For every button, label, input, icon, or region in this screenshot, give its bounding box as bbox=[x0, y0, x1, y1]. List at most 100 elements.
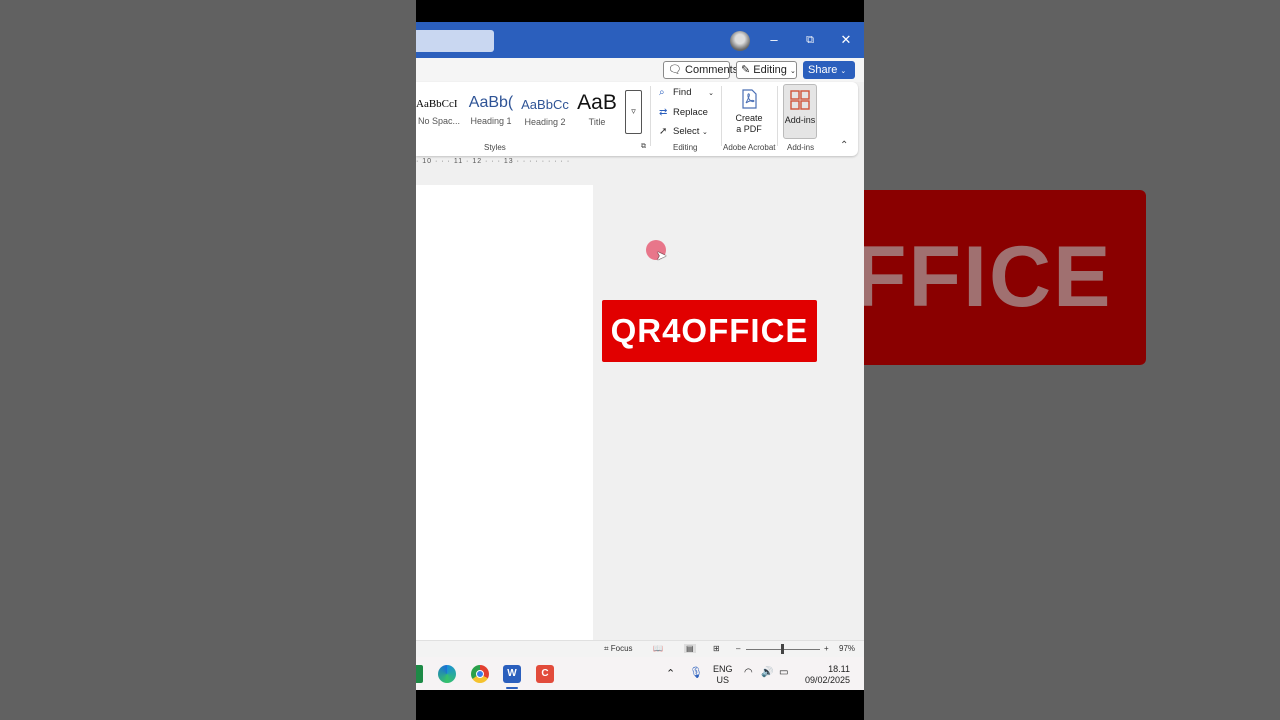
style-name: Title bbox=[588, 117, 606, 127]
styles-group-label: Styles bbox=[484, 143, 506, 152]
blurred-logo-text: FFICE bbox=[864, 229, 1113, 325]
active-app-indicator bbox=[506, 687, 518, 689]
read-mode-icon[interactable]: 📖 bbox=[653, 644, 663, 653]
style-name: Heading 1 bbox=[470, 116, 512, 126]
title-bar: – ⧉ ✕ bbox=[416, 22, 864, 58]
style-sample: AaBbCc bbox=[521, 97, 569, 112]
add-ins-label: Add-ins bbox=[784, 115, 816, 125]
replace-icon: ⇄ bbox=[659, 107, 668, 118]
clock[interactable]: 18.11 09/02/2025 bbox=[804, 664, 850, 686]
editing-group-label: Editing bbox=[673, 143, 698, 152]
create-pdf-label-line2: a PDF bbox=[736, 124, 762, 134]
qr4office-logo: QR4OFFICE bbox=[602, 300, 817, 362]
region-code: US bbox=[716, 675, 730, 685]
word-window: – ⧉ ✕ 🗨 Comments ✎ Editing ⌄ Share ⌄ AaB… bbox=[416, 22, 864, 690]
bottom-black-bar bbox=[416, 690, 864, 720]
styles-gallery-more-button[interactable]: ▿ bbox=[625, 90, 642, 134]
chevron-down-icon: ⌄ bbox=[789, 68, 796, 75]
add-ins-grid-icon bbox=[790, 90, 810, 110]
collapse-ribbon-chevron-up-icon[interactable]: ⌃ bbox=[840, 140, 848, 151]
group-divider bbox=[650, 86, 651, 146]
chrome-center-icon bbox=[476, 670, 484, 678]
group-divider bbox=[777, 86, 778, 146]
editing-mode-button[interactable]: ✎ Editing ⌄ bbox=[736, 61, 797, 79]
add-ins-group-label: Add-ins bbox=[787, 143, 815, 152]
cursor-arrow-icon: ➚ bbox=[659, 126, 668, 137]
battery-icon[interactable]: ▭ bbox=[779, 667, 788, 678]
create-pdf-label-line1: Create bbox=[735, 113, 763, 123]
style-heading-1[interactable]: AaBb( Heading 1 bbox=[467, 86, 515, 134]
chevron-down-icon: ▿ bbox=[631, 106, 636, 116]
zoom-in-button[interactable]: + bbox=[824, 644, 829, 653]
find-button[interactable]: ⌕ Find ⌄ bbox=[659, 87, 714, 98]
chrome-taskbar-icon[interactable] bbox=[471, 665, 489, 683]
style-no-spacing[interactable]: AaBbCcI No Spac... bbox=[416, 86, 462, 134]
comments-button[interactable]: 🗨 Comments bbox=[663, 61, 738, 79]
style-title[interactable]: AaB Title bbox=[573, 86, 621, 134]
show-hidden-icons-chevron-up-icon[interactable]: ⌃ bbox=[666, 667, 675, 680]
clock-date: 09/02/2025 bbox=[804, 675, 850, 685]
command-bar: 🗨 Comments ✎ Editing ⌄ Share ⌄ bbox=[416, 58, 864, 82]
pencil-icon: ✎ bbox=[741, 64, 751, 76]
style-heading-2[interactable]: AaBbCc Heading 2 bbox=[520, 86, 570, 134]
select-button[interactable]: ➚ Select ⌄ bbox=[659, 126, 708, 137]
minimize-button[interactable]: – bbox=[762, 28, 786, 52]
microphone-icon[interactable]: 🎙 bbox=[689, 666, 703, 679]
zoom-out-button[interactable]: – bbox=[736, 644, 740, 653]
avatar[interactable] bbox=[730, 31, 750, 51]
volume-icon[interactable]: 🔊 bbox=[761, 667, 773, 678]
comment-icon: 🗨 bbox=[668, 64, 682, 76]
video-letterbox-right: FFICE bbox=[864, 0, 1280, 720]
replace-button[interactable]: ⇄ Replace bbox=[659, 107, 708, 118]
find-label: Find bbox=[673, 87, 692, 98]
taskbar: W C ⌃ 🎙 ENG US ◠ 🔊 ▭ 18.11 09/02/2025 bbox=[416, 657, 864, 690]
video-letterbox-left bbox=[0, 0, 416, 720]
styles-dialog-launcher-icon[interactable]: ⧉ bbox=[641, 143, 646, 151]
clock-time: 18.11 bbox=[828, 664, 850, 674]
search-box[interactable] bbox=[416, 30, 494, 52]
restore-button[interactable]: ⧉ bbox=[798, 28, 822, 52]
style-name: No Spac... bbox=[417, 116, 461, 126]
word-taskbar-icon[interactable]: W bbox=[503, 665, 521, 683]
close-button[interactable]: ✕ bbox=[834, 28, 858, 52]
select-label: Select bbox=[673, 126, 700, 137]
horizontal-ruler[interactable]: · 10 · · · 11 · 12 · · · 13 · · · · · · … bbox=[416, 158, 608, 168]
chevron-down-icon: ⌄ bbox=[840, 68, 847, 75]
wifi-icon[interactable]: ◠ bbox=[744, 667, 753, 678]
zoom-level[interactable]: 97% bbox=[839, 644, 855, 653]
language-indicator[interactable]: ENG US bbox=[713, 664, 733, 686]
excel-taskbar-icon[interactable] bbox=[416, 665, 423, 683]
edge-taskbar-icon[interactable] bbox=[438, 665, 456, 683]
style-name: Heading 2 bbox=[524, 117, 566, 127]
chevron-down-icon: ⌄ bbox=[708, 90, 714, 97]
focus-label: Focus bbox=[610, 644, 633, 653]
style-sample: AaBbCcI bbox=[416, 98, 458, 110]
zoom-slider-thumb[interactable] bbox=[781, 644, 784, 654]
ribbon: AaBbCcI No Spac... AaBb( Heading 1 AaBbC… bbox=[416, 82, 858, 156]
language-code: ENG bbox=[713, 664, 733, 674]
editing-mode-label: Editing bbox=[753, 64, 787, 76]
chevron-down-icon: ⌄ bbox=[702, 129, 708, 136]
acrobat-pdf-icon bbox=[742, 89, 757, 109]
acrobat-group-label: Adobe Acrobat bbox=[723, 143, 776, 152]
focus-button[interactable]: ⌗ Focus bbox=[604, 644, 633, 654]
group-divider bbox=[721, 86, 722, 146]
web-layout-icon[interactable]: ⊞ bbox=[713, 644, 720, 653]
comments-label: Comments bbox=[685, 64, 739, 76]
qr4office-logo-text: QR4OFFICE bbox=[610, 312, 809, 349]
focus-icon: ⌗ bbox=[604, 644, 609, 653]
print-layout-icon[interactable]: ▤ bbox=[684, 644, 696, 653]
style-sample: AaBb( bbox=[468, 94, 514, 111]
search-icon: ⌕ bbox=[659, 87, 665, 98]
top-black-bar bbox=[416, 0, 864, 22]
style-sample: AaB bbox=[577, 91, 617, 114]
share-button[interactable]: Share ⌄ bbox=[803, 61, 855, 79]
share-label: Share bbox=[808, 64, 838, 76]
replace-label: Replace bbox=[673, 107, 708, 118]
add-ins-button[interactable]: Add-ins bbox=[783, 84, 817, 139]
status-bar: ⌗ Focus 📖 ▤ ⊞ – + 97% bbox=[416, 640, 864, 657]
document-page[interactable] bbox=[416, 185, 593, 641]
mouse-pointer-icon: ➤ bbox=[656, 248, 667, 263]
recorder-taskbar-icon[interactable]: C bbox=[536, 665, 554, 683]
create-pdf-button[interactable]: Create a PDF bbox=[729, 88, 769, 135]
